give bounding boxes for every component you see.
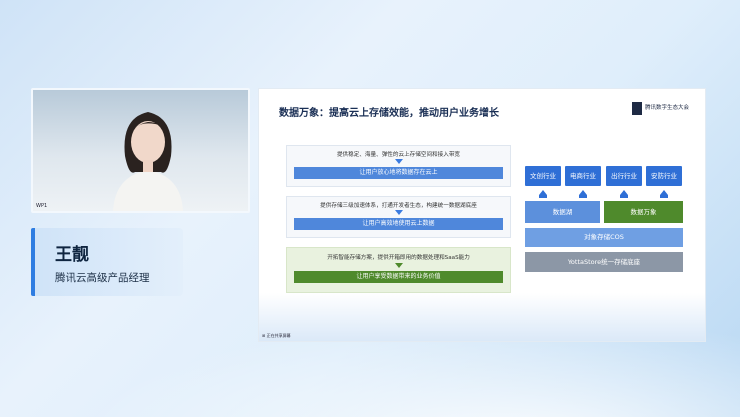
arrow-stem (539, 195, 547, 198)
speaker-title: 腾讯云高级产品经理 (55, 272, 150, 284)
industry-box: 电商行业 (565, 166, 601, 186)
logo-text: 腾讯数字生态大会 (644, 105, 689, 111)
speaker-name-card: 王靓 腾讯云高级产品经理 (31, 228, 183, 296)
feature-bar: 让用户放心地将数据存在云上 (294, 167, 503, 179)
cos-box: 对象存储COS (525, 228, 683, 247)
accent-bar (31, 228, 35, 296)
speaker-name: 王靓 (55, 245, 89, 265)
feature-bar: 让用户享受数据带来的业务价值 (294, 271, 503, 283)
data-lake-box: 数据湖 (525, 201, 600, 223)
down-arrow-icon (394, 263, 403, 268)
yotta-box: YottaStore统一存储底座 (525, 252, 683, 272)
camera-label: WP1 (36, 203, 48, 209)
industry-box: 安防行业 (646, 166, 682, 186)
slide-title: 数据万象：提高云上存储效能，推动用户业务增长 (279, 108, 499, 119)
feature-bar: 让用户高效地使用云上数据 (294, 218, 503, 230)
feature-box-1: 提供稳定、海量、弹性的云上存储空间和接入带宽 让用户放心地将数据存在云上 (286, 145, 511, 187)
feature-text: 提供存储三级加速体系，打通开发者生态，构建统一数据湖底座 (320, 203, 477, 209)
feature-text: 开拓智能存储方案，提供开箱即用的数据处理和SaaS能力 (327, 255, 470, 261)
industry-box: 出行行业 (606, 166, 642, 186)
feature-box-3: 开拓智能存储方案，提供开箱即用的数据处理和SaaS能力 让用户享受数据带来的业务… (286, 247, 511, 293)
event-logo: 腾讯数字生态大会 (631, 102, 689, 115)
industry-box: 文创行业 (525, 166, 561, 186)
share-indicator: ⊞ 正在共享屏幕 (262, 333, 291, 338)
data-wanxiang-box: 数据万象 (604, 201, 683, 223)
speaker-video: WP1 (31, 88, 250, 213)
down-arrow-icon (394, 210, 403, 215)
arrow-stem (660, 195, 668, 198)
speaker-figure (113, 112, 183, 211)
logo-icon (631, 102, 642, 115)
presentation-slide: 数据万象：提高云上存储效能，推动用户业务增长 腾讯数字生态大会 提供稳定、海量、… (258, 88, 706, 342)
feature-box-2: 提供存储三级加速体系，打通开发者生态，构建统一数据湖底座 让用户高效地使用云上数… (286, 196, 511, 238)
slide-wave (259, 293, 705, 341)
feature-text: 提供稳定、海量、弹性的云上存储空间和接入带宽 (336, 152, 461, 158)
arrow-stem (579, 195, 587, 198)
arrow-stem (620, 195, 628, 198)
down-arrow-icon (394, 159, 403, 164)
